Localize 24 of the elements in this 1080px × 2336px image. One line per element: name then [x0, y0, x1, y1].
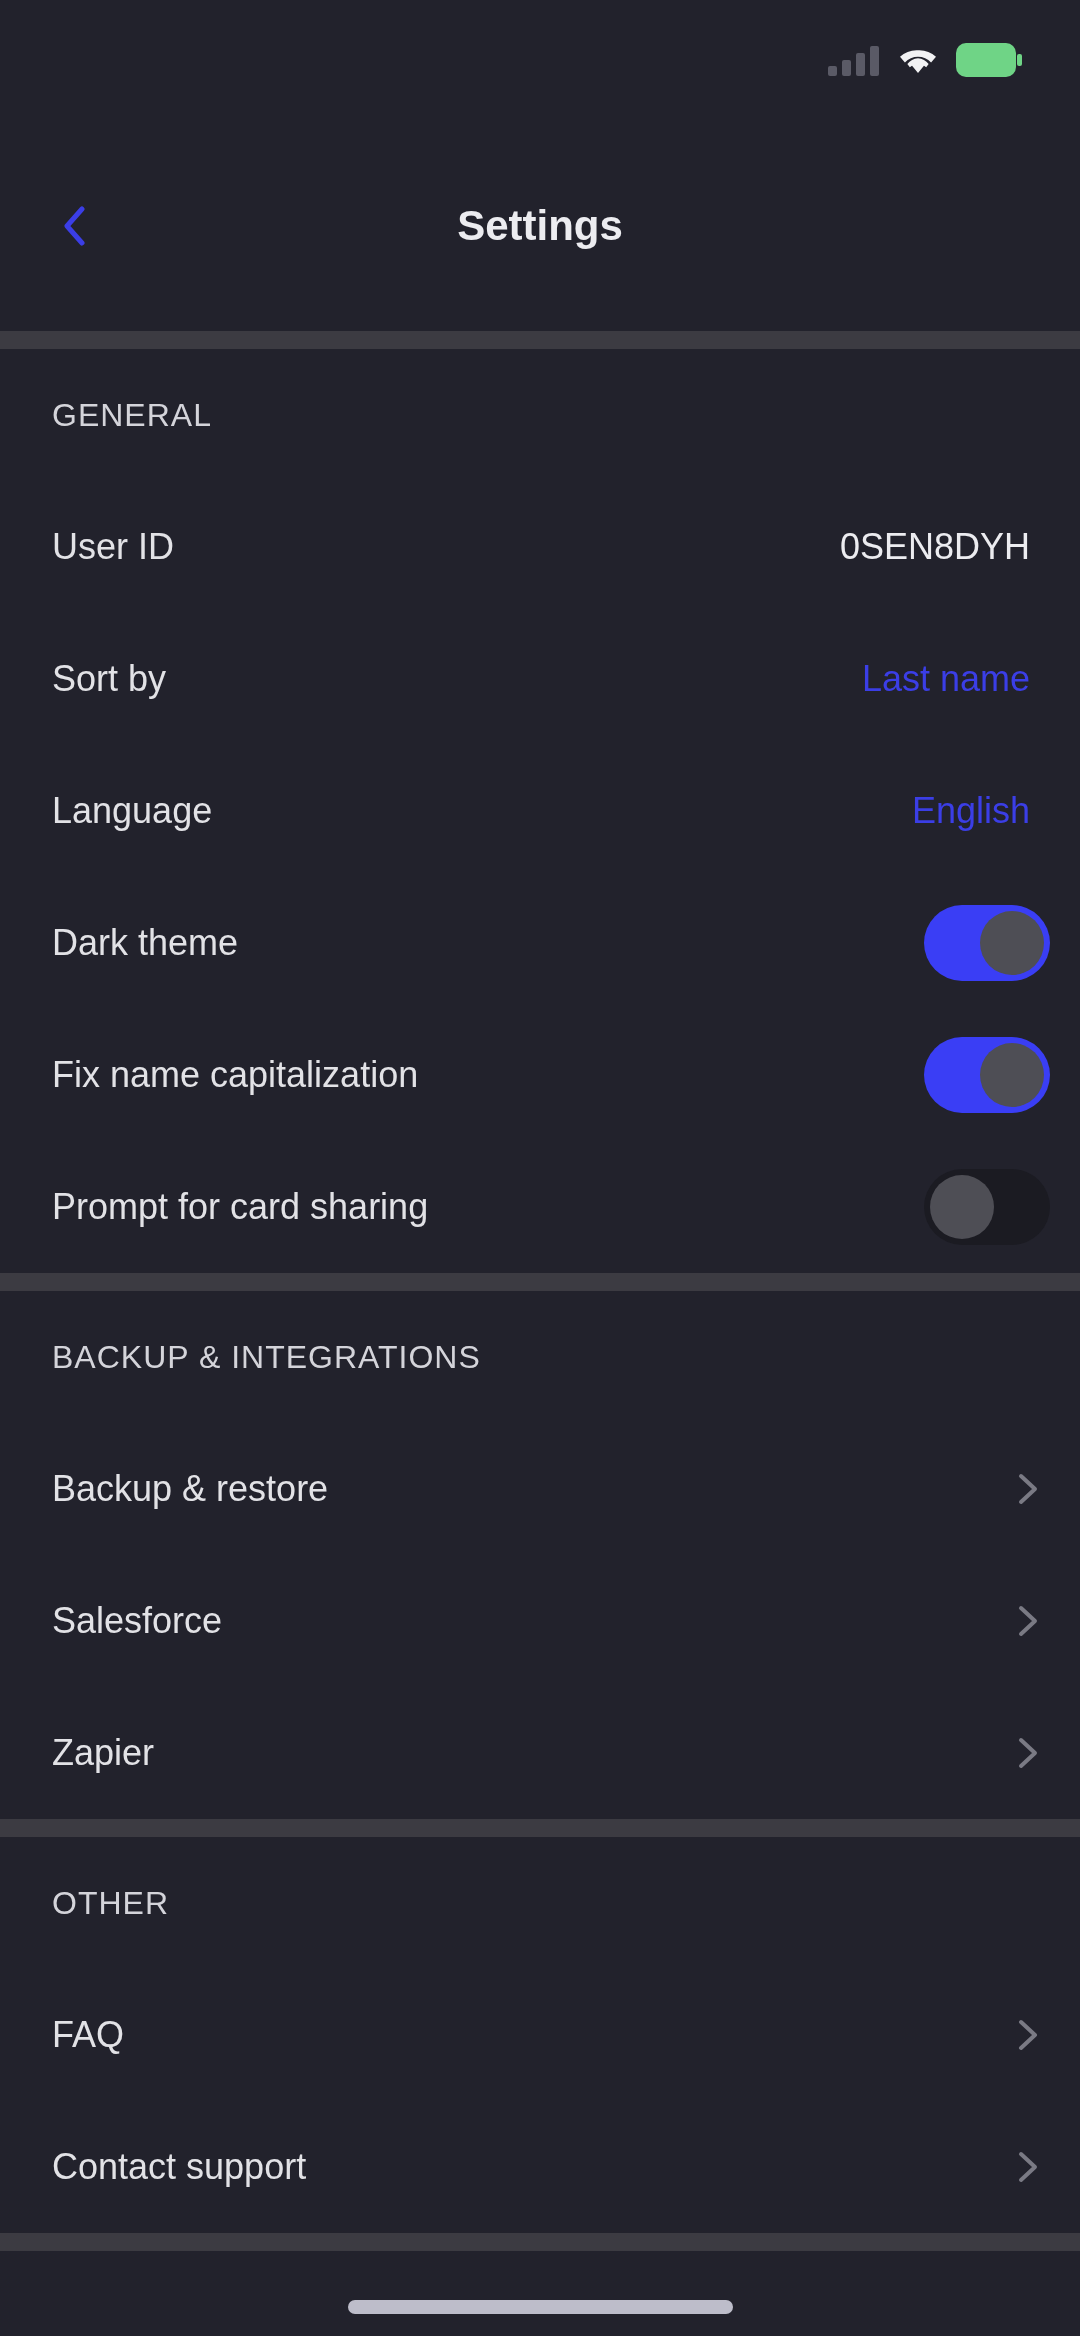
menu-item[interactable]: Salesforce — [52, 1600, 223, 1642]
menu-item[interactable]: Backup & restore — [52, 1468, 329, 1510]
signal-icon — [828, 44, 880, 76]
setting-label: Language — [52, 790, 213, 832]
menu-item[interactable]: Contact support — [52, 2146, 307, 2188]
setting-label: Fix name capitalization — [52, 1054, 419, 1096]
menu-item[interactable]: FAQ — [52, 2014, 125, 2056]
setting-label: Prompt for card sharing — [52, 1186, 429, 1228]
screen-title: Settings — [457, 201, 623, 250]
menu-item[interactable]: Zapier — [52, 1732, 155, 1774]
setting-label: User ID — [52, 526, 174, 568]
setting-value: 0SEN8DYH — [839, 526, 1030, 568]
chevron-right-icon[interactable] — [1018, 1737, 1038, 1769]
chevron-right-icon[interactable] — [1018, 2019, 1038, 2051]
section-header: BACKUP & INTEGRATIONS — [52, 1338, 481, 1376]
chevron-right-icon[interactable] — [1018, 1605, 1038, 1637]
back-icon[interactable] — [62, 205, 86, 246]
battery-icon — [956, 43, 1022, 77]
setting-label: Sort by — [52, 658, 167, 700]
setting-label: Dark theme — [52, 922, 239, 964]
chevron-right-icon[interactable] — [1018, 2151, 1038, 2183]
chevron-right-icon[interactable] — [1018, 1473, 1038, 1505]
section-header: OTHER — [52, 1884, 169, 1922]
section-header: GENERAL — [52, 396, 212, 434]
